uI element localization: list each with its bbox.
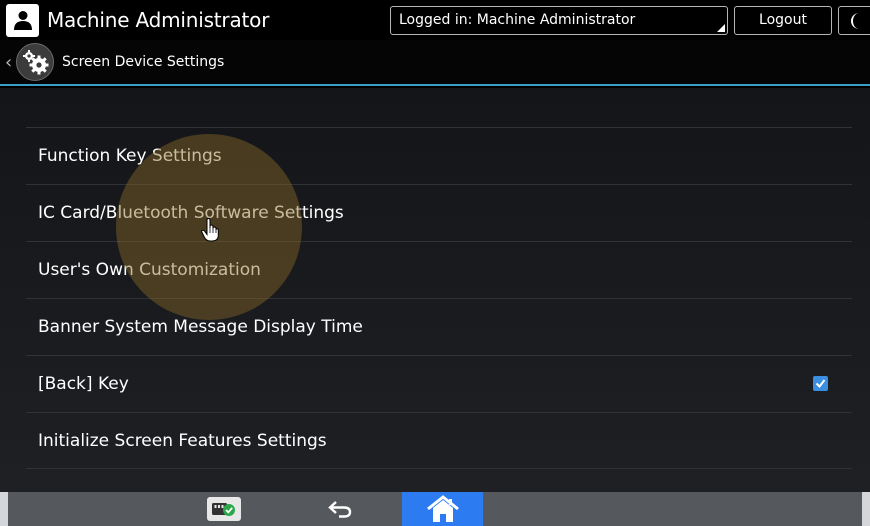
header-bar: ‹ Screen Device Settings <box>0 40 870 86</box>
settings-list: Function Key Settings IC Card/Bluetooth … <box>0 88 870 492</box>
setting-label: [Back] Key <box>38 374 129 394</box>
moon-icon <box>851 12 859 29</box>
gear-icon[interactable] <box>16 43 54 81</box>
login-status-field[interactable]: Logged in: Machine Administrator <box>390 6 728 35</box>
hand-pointer-icon <box>201 217 219 246</box>
bottom-bar <box>0 492 870 526</box>
dropdown-corner-icon <box>717 24 725 32</box>
login-status-text: Logged in: Machine Administrator <box>399 12 636 28</box>
sd-card-icon[interactable] <box>207 497 241 521</box>
chevron-left-icon[interactable]: ‹ <box>5 52 12 73</box>
home-button[interactable] <box>402 492 483 526</box>
setting-label: Banner System Message Display Time <box>38 317 363 337</box>
setting-banner-message-time[interactable]: Banner System Message Display Time <box>26 298 852 355</box>
bottom-bar-right <box>483 492 862 526</box>
user-name: Machine Administrator <box>47 8 270 32</box>
page-title: Screen Device Settings <box>62 54 225 70</box>
top-bar: Machine Administrator Logged in: Machine… <box>0 0 870 40</box>
energy-saver-button[interactable] <box>838 6 870 35</box>
return-arrow-icon[interactable] <box>326 497 356 521</box>
setting-label: Initialize Screen Features Settings <box>38 430 327 451</box>
user-icon <box>6 3 39 37</box>
logout-button[interactable]: Logout <box>734 6 832 35</box>
check-icon[interactable] <box>813 376 828 391</box>
setting-initialize-screen[interactable]: Initialize Screen Features Settings <box>26 412 852 469</box>
setting-back-key[interactable]: [Back] Key <box>26 355 852 412</box>
user-info: Machine Administrator <box>6 3 270 37</box>
home-icon <box>426 495 459 522</box>
